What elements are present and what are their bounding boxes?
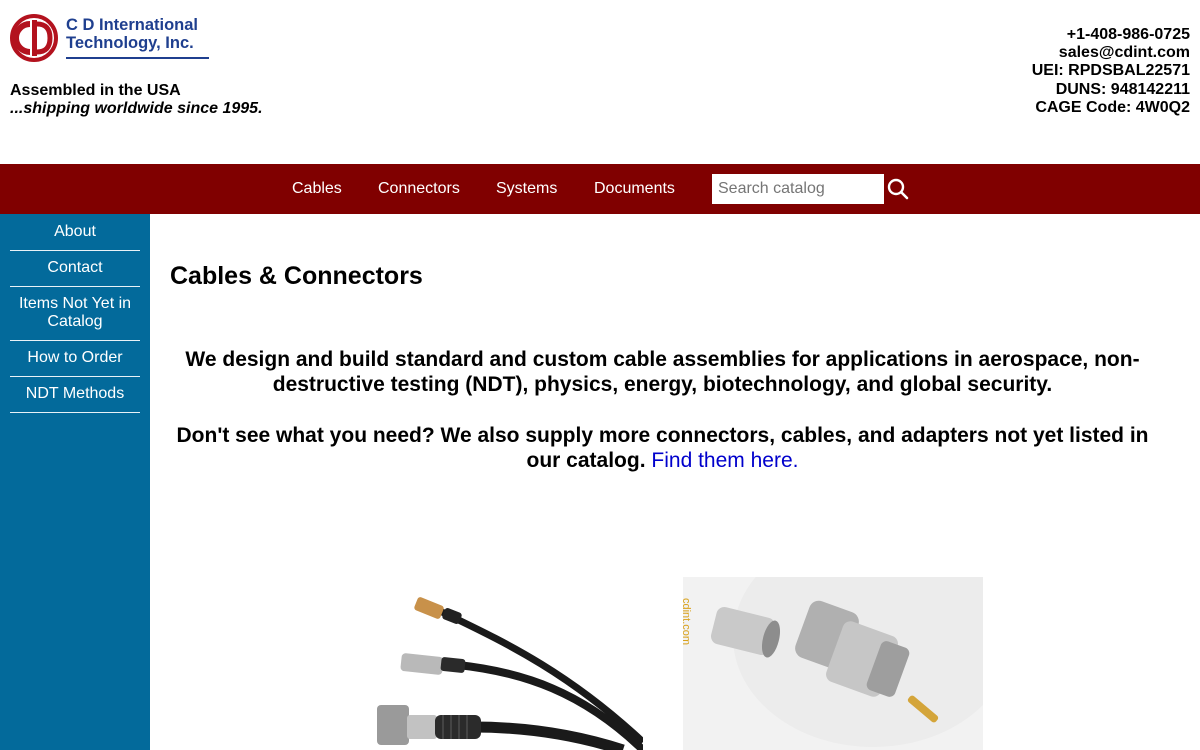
tagline-line1: Assembled in the USA xyxy=(10,82,181,99)
site-header: C D International Technology, Inc. Assem… xyxy=(0,0,1200,164)
uei-code: UEI: RPDSBAL22571 xyxy=(1031,62,1190,80)
nav-systems[interactable]: Systems xyxy=(496,180,557,198)
tagline-line2: ...shipping worldwide since 1995. xyxy=(10,100,263,117)
contact-info: +1-408-986-0725 sales@cdint.com UEI: RPD… xyxy=(1032,26,1190,117)
cable-assembly-image[interactable] xyxy=(363,577,643,750)
image-watermark: cdint.com xyxy=(680,598,692,646)
company-name-line2: Technology, Inc. xyxy=(66,34,194,52)
search-icon xyxy=(887,178,909,200)
phone-number[interactable]: +1-408-986-0725 xyxy=(1032,26,1190,44)
nav-cables[interactable]: Cables xyxy=(292,180,342,198)
tagline: Assembled in the USA ...shipping worldwi… xyxy=(10,82,263,118)
nav-connectors[interactable]: Connectors xyxy=(378,180,460,198)
main-nav: Cables Connectors Systems Documents xyxy=(0,164,1200,214)
sidebar-item-contact[interactable]: Contact xyxy=(10,259,140,287)
sidebar: About Contact Items Not Yet in Catalog H… xyxy=(0,214,150,750)
catalog-note: Don't see what you need? We also supply … xyxy=(170,423,1155,473)
sidebar-item-ndt-methods[interactable]: NDT Methods xyxy=(10,385,140,413)
sidebar-item-about[interactable]: About xyxy=(10,223,140,251)
bnc-connector-image[interactable] xyxy=(683,577,983,750)
company-name-underline xyxy=(66,57,209,59)
cable-assembly-illustration xyxy=(377,597,643,750)
find-them-here-link[interactable]: Find them here. xyxy=(651,449,798,472)
bnc-connector-illustration xyxy=(710,577,983,747)
sidebar-item-items-not-in-catalog[interactable]: Items Not Yet in Catalog xyxy=(10,295,140,341)
duns-number: DUNS: 948142211 xyxy=(1055,80,1190,98)
page-title: Cables & Connectors xyxy=(170,262,423,290)
company-name-line1: C D International xyxy=(66,16,199,34)
cage-code: CAGE Code: 4W0Q2 xyxy=(1035,98,1190,116)
nav-documents[interactable]: Documents xyxy=(594,180,675,198)
search-button[interactable] xyxy=(886,177,910,201)
company-name: C D International Technology, Inc. xyxy=(66,16,210,52)
intro-paragraph: We design and build standard and custom … xyxy=(185,348,1140,396)
email-address[interactable]: sales@cdint.com xyxy=(1032,44,1190,62)
cd-logo-icon xyxy=(10,14,58,62)
search-input[interactable] xyxy=(712,174,884,204)
sidebar-item-how-to-order[interactable]: How to Order xyxy=(10,349,140,377)
